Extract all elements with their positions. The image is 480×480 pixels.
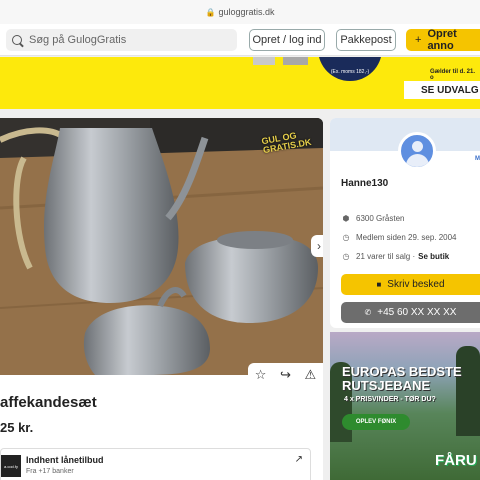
share-icon[interactable]: ↪ xyxy=(280,367,291,383)
listing-card: GUL OG GRATIS.DK › ☆ ↪ ⚠ affekandesæt 25… xyxy=(0,118,323,480)
banner-offer-text: Gælder til d. 21. o xyxy=(430,69,476,81)
ad-brand-logo: FÅRU xyxy=(435,452,477,469)
login-button[interactable]: Opret / log ind xyxy=(249,29,325,51)
phone-icon: ✆ xyxy=(364,308,372,317)
external-link-icon: ↗ xyxy=(294,454,303,465)
search-input[interactable]: Søg på GulogGratis xyxy=(6,29,237,51)
loan-subtitle: Fra +17 banker xyxy=(26,468,74,475)
listing-photo[interactable]: GUL OG GRATIS.DK › xyxy=(0,118,323,375)
location-pin-icon: ⬢ xyxy=(342,214,350,223)
favorite-icon[interactable]: ☆ xyxy=(255,367,267,383)
seller-badge: M xyxy=(475,156,480,162)
banner-product-image xyxy=(283,57,308,65)
advertisement[interactable]: EUROPAS BEDSTE RUTSJEBANE 4 x PRISVINDER… xyxy=(330,332,480,480)
ad-headline-line2: RUTSJEBANE xyxy=(342,378,431,393)
seller-location-text: 6300 Gråsten xyxy=(356,214,405,223)
seller-username[interactable]: Hanne130 xyxy=(341,178,388,189)
phone-button[interactable]: ✆ +45 60 XX XX XX xyxy=(341,302,480,323)
ad-headline: EUROPAS BEDSTE RUTSJEBANE xyxy=(342,365,462,393)
site-header: Søg på GulogGratis Opret / log ind Pakke… xyxy=(0,24,480,56)
seller-member-since: ◷ Medlem siden 29. sep. 2004 xyxy=(341,233,457,242)
main-content: GUL OG GRATIS.DK › ☆ ↪ ⚠ affekandesæt 25… xyxy=(0,110,480,480)
message-button-label: Skriv besked xyxy=(387,279,445,290)
pakkepost-button[interactable]: Pakkepost xyxy=(336,29,396,51)
loan-provider-logo: a.cod.fy xyxy=(1,455,21,477)
phone-button-label: +45 60 XX XX XX xyxy=(377,307,457,318)
loan-title: Indhent lånetilbud xyxy=(26,455,104,465)
seller-items-text: 21 varer til salg · xyxy=(356,252,416,261)
ad-subline: 4 x PRISVINDER - TØR DU? xyxy=(344,396,436,403)
next-image-button[interactable]: › xyxy=(311,235,323,257)
search-placeholder: Søg på GulogGratis xyxy=(29,34,127,46)
create-listing-label: Opret anno xyxy=(427,28,457,52)
seller-member-since-text: Medlem siden 29. sep. 2004 xyxy=(356,233,457,242)
seller-location: ⬢ 6300 Gråsten xyxy=(341,214,405,223)
url-text: guloggratis.dk xyxy=(218,7,275,17)
banner-price-badge: (Ex. moms 182,-) xyxy=(318,57,382,81)
banner-cta-button[interactable]: SE UDVALG xyxy=(404,81,480,99)
report-icon[interactable]: ⚠ xyxy=(305,367,317,383)
shop-link[interactable]: Se butik xyxy=(418,252,449,261)
loan-offer-card[interactable]: a.cod.fy Indhent lånetilbud Fra +17 bank… xyxy=(0,448,311,480)
promo-banner[interactable]: (Ex. moms 182,-) Gælder til d. 21. o SE … xyxy=(0,57,480,109)
banner-price-note: (Ex. moms 182,-) xyxy=(330,69,370,75)
coffee-set-image xyxy=(0,118,323,375)
search-icon xyxy=(12,35,22,45)
seller-card: M Hanne130 ⬢ 6300 Gråsten ◷ Medlem siden… xyxy=(330,118,480,328)
clock-icon: ◷ xyxy=(342,233,350,242)
listing-price: 25 kr. xyxy=(0,420,34,435)
banner-product-image xyxy=(253,57,275,65)
clock-icon: ◷ xyxy=(342,252,350,261)
user-icon-body xyxy=(406,154,429,167)
chevron-right-icon: › xyxy=(317,239,321,253)
user-icon-head xyxy=(412,141,423,152)
seller-items: ◷ 21 varer til salg · Se butik xyxy=(341,252,450,261)
lock-icon: 🔒 xyxy=(205,7,216,17)
create-listing-button[interactable]: + Opret anno xyxy=(406,28,480,52)
ad-headline-line1: EUROPAS BEDSTE xyxy=(342,364,462,379)
avatar[interactable] xyxy=(398,132,436,170)
chat-icon: ■ xyxy=(376,280,382,289)
listing-title: affekandesæt xyxy=(0,394,97,411)
photo-actions: ☆ ↪ ⚠ xyxy=(248,363,323,387)
plus-icon: + xyxy=(415,34,422,46)
message-button[interactable]: ■ Skriv besked xyxy=(341,274,480,295)
browser-url-bar[interactable]: 🔒 guloggratis.dk xyxy=(0,0,480,24)
ad-cta-button[interactable]: OPLEV FØNIX xyxy=(342,414,410,430)
